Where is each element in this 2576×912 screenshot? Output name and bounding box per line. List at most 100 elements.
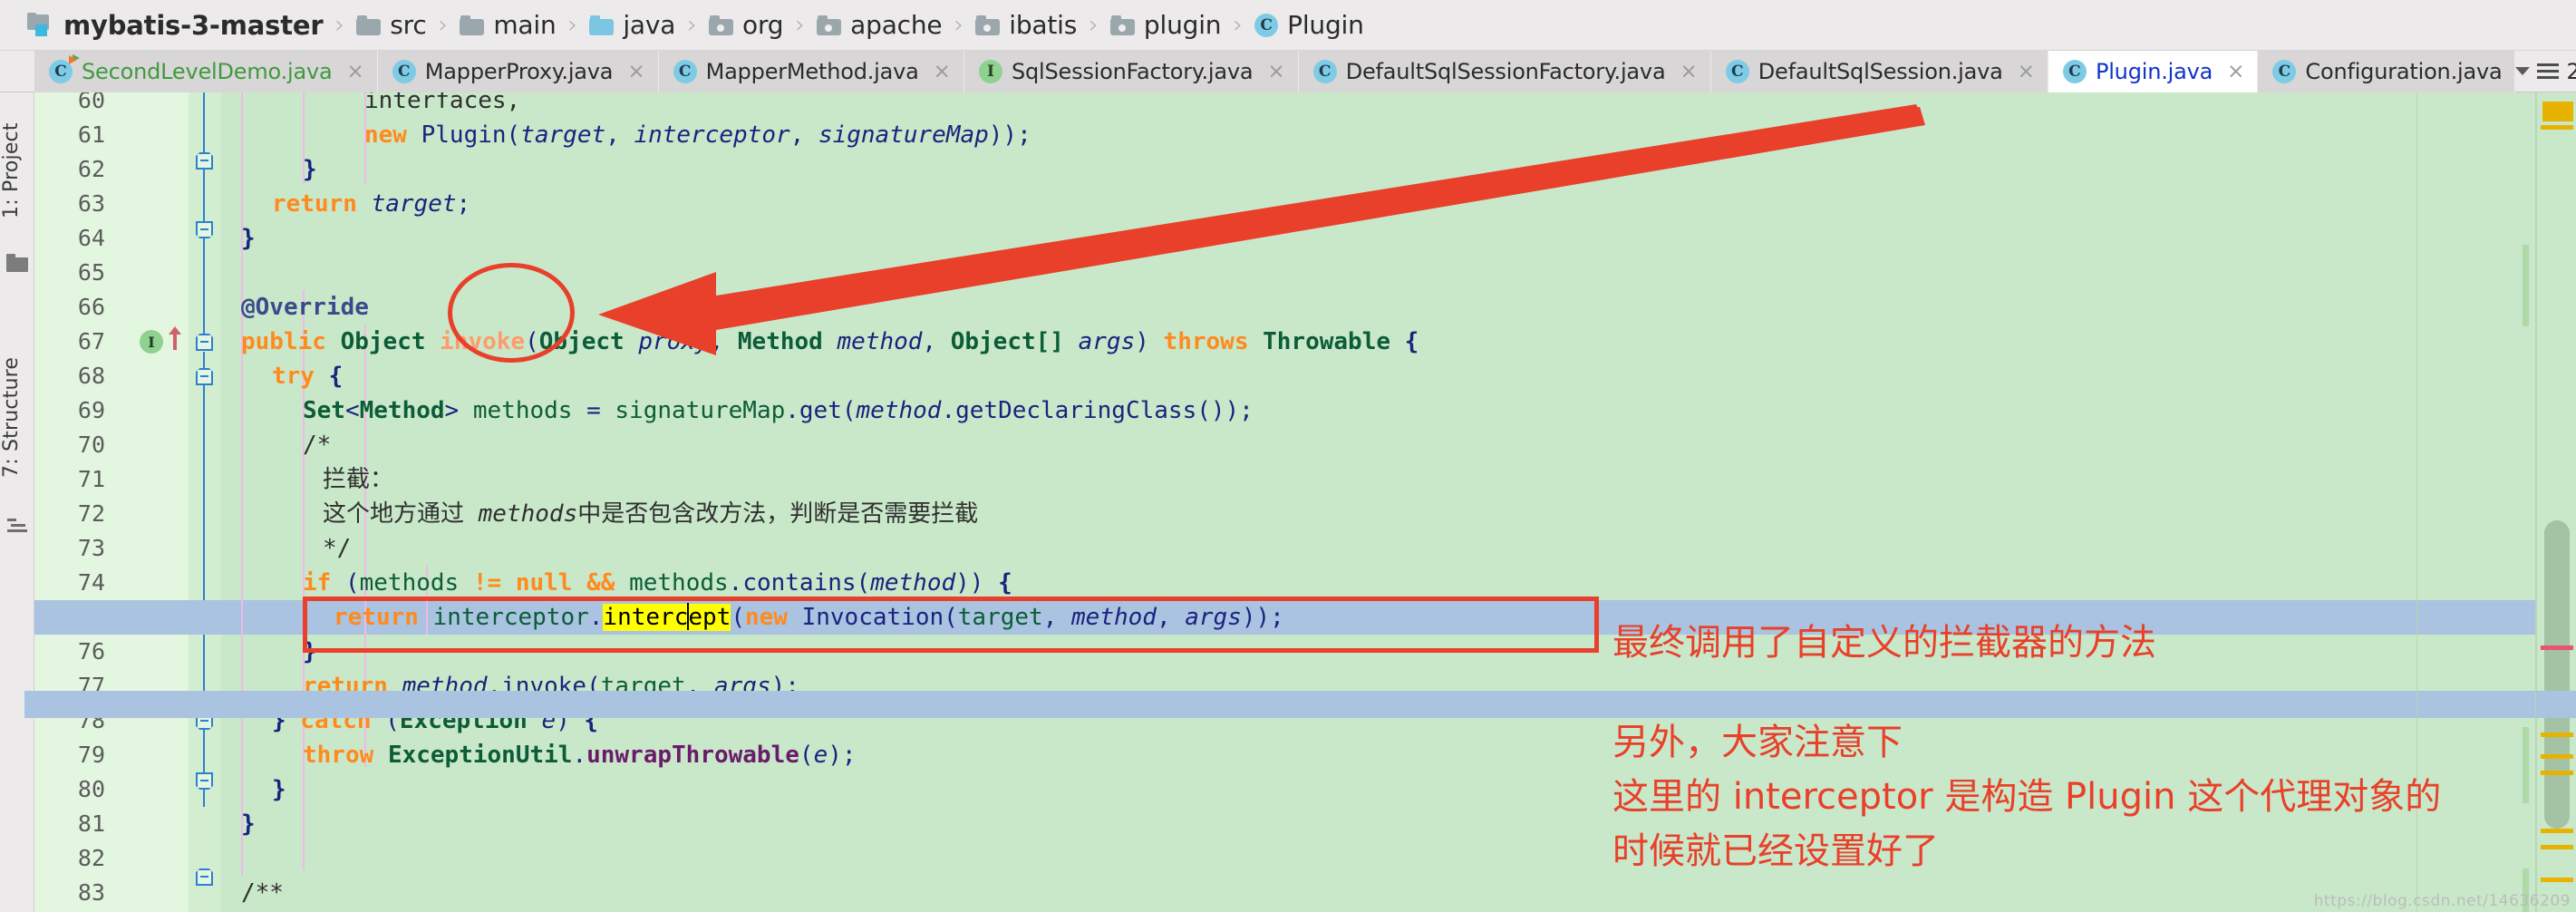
line-number: 61 [77,121,105,148]
code-editor[interactable]: 60 61 62 63 64 65 66 67 68 69 70 71 72 7… [34,92,2576,912]
line-number: 66 [77,294,105,320]
editor-tab-bar: C SecondLevelDemo.java × C MapperProxy.j… [0,51,2576,92]
close-icon[interactable]: × [2018,61,2035,82]
line-number: 68 [77,363,105,389]
close-icon[interactable]: × [1267,61,1284,82]
tab-defaultsqlsession[interactable]: C DefaultSqlSession.java × [1710,51,2048,92]
package-icon [709,15,734,35]
fold-toggle[interactable] [196,152,213,170]
right-margin-line [2535,92,2536,912]
sidebar-item-structure[interactable]: 7: Structure [0,326,34,508]
close-icon[interactable]: × [1680,61,1697,82]
tab-mappermethod[interactable]: C MapperMethod.java × [658,51,964,92]
breadcrumb-item-java[interactable]: java [589,0,675,51]
breadcrumb-item-main[interactable]: main [460,0,557,51]
interface-icon: I [978,60,1002,83]
line-number: 76 [77,638,105,665]
source-folder-icon [589,15,615,35]
error-marker[interactable] [2541,645,2573,650]
tab-label: SecondLevelDemo.java [82,59,333,84]
scrollbar-thumb[interactable] [2544,520,2570,829]
close-icon[interactable]: × [934,61,951,82]
tab-list-icon[interactable] [2537,63,2560,79]
sidebar-item-project[interactable]: 1: Project [0,98,34,243]
breadcrumb-label: src [390,10,427,40]
line-number: 62 [77,156,105,182]
inspection-summary-badge[interactable] [2542,102,2573,121]
warning-marker[interactable] [2541,829,2573,833]
implements-method-icon[interactable]: I [140,330,163,354]
fold-toggle[interactable] [196,221,213,238]
tab-label: DefaultSqlSession.java [1758,59,2003,84]
warning-marker[interactable] [2541,771,2573,775]
line-number: 69 [77,397,105,423]
left-tool-stripe: 1: Project 7: Structure [0,92,34,912]
breadcrumb-separator: › [1089,11,1099,39]
breadcrumb-item-org[interactable]: org [709,0,784,51]
fold-toggle[interactable] [196,868,213,886]
fold-toggle[interactable] [196,368,213,385]
warning-marker[interactable] [2541,125,2573,130]
breadcrumb-item-plugin[interactable]: plugin [1109,0,1222,51]
class-icon: C [2272,60,2297,83]
line-number-gutter: 60 61 62 63 64 65 66 67 68 69 70 71 72 7… [34,92,189,912]
warning-marker[interactable] [2541,878,2573,882]
breadcrumb-label: Plugin [1287,10,1364,40]
code-folding-gutter[interactable] [189,92,221,912]
breadcrumb-separator: › [687,11,698,39]
line-number: 65 [77,259,105,286]
breadcrumb-separator: › [954,11,964,39]
tab-secondleveldemo[interactable]: C SecondLevelDemo.java × [34,51,378,92]
breadcrumb-label: main [493,10,557,40]
breadcrumb-item-module[interactable]: mybatis-3-master [27,0,324,51]
selection-stripe-marker [24,691,2576,718]
chevron-down-icon[interactable] [2515,67,2531,75]
right-margin-line [2416,92,2417,912]
fold-toggle[interactable] [196,772,213,790]
tab-label: Plugin.java [2095,59,2213,84]
breadcrumb-item-class[interactable]: C Plugin [1254,0,1364,51]
fold-toggle[interactable] [196,334,213,351]
breadcrumb-label: plugin [1143,10,1222,40]
breadcrumb-item-apache[interactable]: apache [817,0,943,51]
breadcrumb-separator: › [795,11,806,39]
code-line: 这个地方通过 methods中是否包含改方法，判断是否需要拦截 [323,500,979,528]
code-line: if (methods != null && methods.contains(… [303,569,1012,597]
tab-plugin[interactable]: C Plugin.java × [2048,51,2259,92]
class-icon: C [2062,60,2087,83]
error-stripe-gutter[interactable] [24,92,2576,912]
class-icon: C [392,60,416,83]
close-icon[interactable]: × [627,61,644,82]
close-icon[interactable]: × [2227,61,2244,82]
line-number: 81 [77,810,105,837]
tab-label: MapperMethod.java [705,59,919,84]
class-run-icon: C [49,54,80,83]
package-icon [817,15,842,35]
warning-marker[interactable] [2541,845,2573,849]
breadcrumb-label: java [623,10,676,40]
line-number: 73 [77,535,105,561]
code-line: throw ExceptionUtil.unwrapThrowable(e); [303,742,857,769]
line-number: 79 [77,742,105,768]
tab-overflow-controls: 2 [2515,51,2576,92]
breadcrumb-item-src[interactable]: src [356,0,427,51]
breadcrumb-separator: › [438,11,449,39]
code-line: new Plugin(target, interceptor, signatur… [364,121,1031,149]
close-icon[interactable]: × [346,61,363,82]
code-line: public Object invoke(Object proxy, Metho… [241,328,1419,355]
changed-lines-marker [2523,245,2529,326]
module-icon [27,13,54,37]
code-line: } [241,810,256,838]
tab-bar-left-spacer [0,51,34,92]
warning-marker[interactable] [2541,754,2573,759]
tab-configuration[interactable]: C Configuration.java [2258,51,2516,92]
warning-marker[interactable] [2541,733,2573,737]
class-icon: C [1312,60,1337,83]
code-line: interfaces, [364,92,521,114]
tab-defaultsqlsessionfactory[interactable]: C DefaultSqlSessionFactory.java × [1298,51,1711,92]
package-icon [975,15,1001,35]
tab-mapperproxy[interactable]: C MapperProxy.java × [377,51,659,92]
code-text-area[interactable]: interfaces, new Plugin(target, intercept… [34,92,2576,912]
tab-sqlsessionfactory[interactable]: I SqlSessionFactory.java × [964,51,1299,92]
breadcrumb-item-ibatis[interactable]: ibatis [975,0,1077,51]
